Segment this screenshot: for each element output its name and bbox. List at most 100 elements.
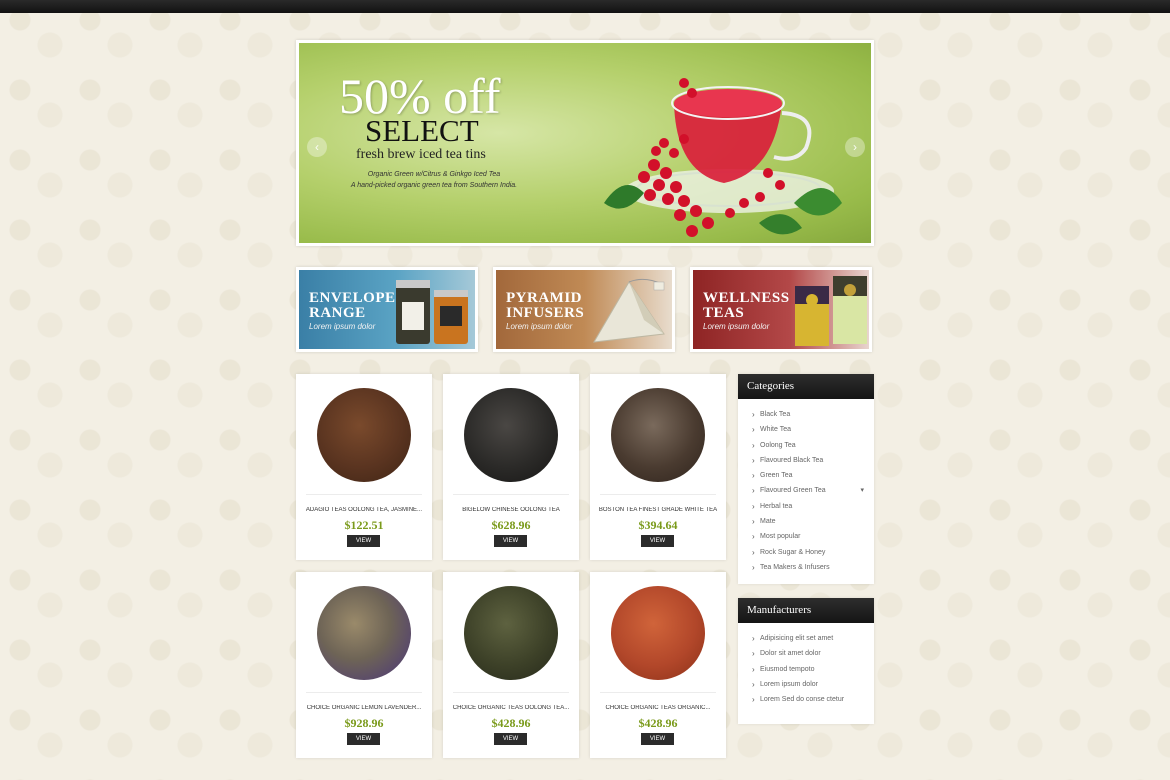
categories-box: Categories › Black Tea › White Tea › Oolong… bbox=[738, 374, 874, 584]
divider bbox=[306, 494, 422, 495]
chevron-right-icon: › bbox=[752, 501, 755, 511]
manufacturer-label[interactable]: Adipisicing elit set amet bbox=[760, 635, 833, 642]
category-item[interactable]: › Green Tea bbox=[752, 468, 874, 483]
category-item[interactable]: › Rock Sugar & Honey bbox=[752, 545, 874, 560]
slide-subheadline: SELECT bbox=[365, 113, 479, 148]
product-name[interactable]: CHOICE ORGANIC LEMON LAVENDER... bbox=[300, 705, 428, 711]
category-item[interactable]: › Black Tea bbox=[752, 407, 874, 422]
chevron-right-icon: › bbox=[752, 471, 755, 481]
banner-subtitle: Lorem ipsum dolor bbox=[703, 322, 770, 331]
category-label[interactable]: Rock Sugar & Honey bbox=[760, 549, 825, 556]
category-label[interactable]: Mate bbox=[760, 518, 776, 525]
manufacturer-label[interactable]: Lorem Sed do conse ctetur bbox=[760, 696, 844, 703]
banner-title-line1: WELLNESS bbox=[703, 290, 790, 306]
banner-subtitle: Lorem ipsum dolor bbox=[309, 322, 376, 331]
category-label[interactable]: White Tea bbox=[760, 426, 791, 433]
category-item[interactable]: › Flavoured Green Tea ▾ bbox=[752, 483, 874, 498]
chevron-right-icon: › bbox=[752, 679, 755, 689]
banner-title: ENVELOPE RANGE bbox=[309, 291, 396, 321]
divider bbox=[306, 692, 422, 693]
banner-wellness-teas[interactable]: WELLNESS TEAS Lorem ipsum dolor bbox=[690, 267, 872, 352]
view-button[interactable]: VIEW bbox=[641, 535, 674, 547]
banner-title-line1: ENVELOPE bbox=[309, 290, 396, 306]
product-name[interactable]: CHOICE ORGANIC TEAS OOLONG TEA... bbox=[447, 705, 575, 711]
product-price: $428.96 bbox=[491, 716, 531, 730]
slide-desc-line2: A hand-picked organic green tea from Sou… bbox=[350, 182, 518, 189]
banner-title: PYRAMID INFUSERS bbox=[506, 291, 584, 321]
slider-next-icon[interactable]: › bbox=[845, 137, 865, 157]
chevron-right-icon: › bbox=[752, 455, 755, 465]
banner-envelope-range[interactable]: ENVELOPE RANGE Lorem ipsum dolor bbox=[296, 267, 478, 352]
manufacturer-item[interactable]: › Lorem Sed do conse ctetur bbox=[752, 692, 874, 707]
chevron-right-icon: › bbox=[752, 440, 755, 450]
view-button[interactable]: VIEW bbox=[494, 733, 527, 745]
product-card[interactable]: CHOICE ORGANIC TEAS ORGANIC... $428.96 V… bbox=[590, 572, 726, 758]
promo-slider[interactable]: 50% off SELECT fresh brew iced tea tins … bbox=[296, 40, 874, 246]
category-item[interactable]: › Flavoured Black Tea bbox=[752, 453, 874, 468]
product-name[interactable]: BIGELOW CHINESE OOLONG TEA bbox=[447, 507, 575, 513]
category-label[interactable]: Flavoured Black Tea bbox=[760, 457, 823, 464]
manufacturer-item[interactable]: › Dolor sit amet dolor bbox=[752, 646, 874, 661]
view-button[interactable]: VIEW bbox=[494, 535, 527, 547]
pyramid-infuser-image bbox=[593, 278, 665, 343]
chevron-right-icon: › bbox=[752, 664, 755, 674]
category-label[interactable]: Green Tea bbox=[760, 472, 793, 479]
manufacturer-item[interactable]: › Lorem ipsum dolor bbox=[752, 677, 874, 692]
chevron-right-icon: › bbox=[752, 532, 755, 542]
slide[interactable]: 50% off SELECT fresh brew iced tea tins … bbox=[299, 43, 871, 243]
chevron-right-icon: › bbox=[752, 649, 755, 659]
banner-pyramid-infusers[interactable]: PYRAMID INFUSERS Lorem ipsum dolor bbox=[493, 267, 675, 352]
divider bbox=[453, 692, 569, 693]
product-name[interactable]: ADAGIO TEAS OOLONG TEA, JASMINE... bbox=[300, 507, 428, 513]
banner-title-line2: INFUSERS bbox=[506, 305, 585, 321]
categories-title: Categories bbox=[738, 374, 874, 399]
manufacturer-item[interactable]: › Eiusmod tempoto bbox=[752, 662, 874, 677]
manufacturer-label[interactable]: Eiusmod tempoto bbox=[760, 666, 814, 673]
product-name[interactable]: CHOICE ORGANIC TEAS ORGANIC... bbox=[594, 705, 722, 711]
category-label[interactable]: Tea Makers & Infusers bbox=[760, 564, 830, 571]
product-image[interactable] bbox=[611, 586, 705, 680]
category-item[interactable]: › Mate bbox=[752, 514, 874, 529]
product-card[interactable]: CHOICE ORGANIC LEMON LAVENDER... $928.96… bbox=[296, 572, 432, 758]
tea-tins-image bbox=[396, 280, 468, 344]
manufacturer-label[interactable]: Lorem ipsum dolor bbox=[760, 681, 818, 688]
category-label[interactable]: Black Tea bbox=[760, 411, 790, 418]
banner-inner: WELLNESS TEAS Lorem ipsum dolor bbox=[693, 270, 869, 349]
category-item[interactable]: › Herbal tea bbox=[752, 499, 874, 514]
category-label[interactable]: Flavoured Green Tea bbox=[760, 487, 826, 494]
product-name[interactable]: BOSTON TEA FINEST GRADE WHITE TEA bbox=[594, 507, 722, 513]
product-image[interactable] bbox=[611, 388, 705, 482]
manufacturer-label[interactable]: Dolor sit amet dolor bbox=[760, 650, 821, 657]
product-price: $122.51 bbox=[344, 518, 384, 532]
category-label[interactable]: Herbal tea bbox=[760, 503, 792, 510]
view-button[interactable]: VIEW bbox=[347, 733, 380, 745]
chevron-right-icon: › bbox=[752, 547, 755, 557]
category-label[interactable]: Most popular bbox=[760, 533, 800, 540]
tea-boxes-image bbox=[795, 276, 867, 346]
product-price: $394.64 bbox=[638, 518, 678, 532]
chevron-right-icon: › bbox=[752, 410, 755, 419]
manufacturer-item[interactable]: › Adipisicing elit set amet bbox=[752, 631, 874, 646]
divider bbox=[600, 692, 716, 693]
category-item[interactable]: › White Tea bbox=[752, 422, 874, 437]
view-button[interactable]: VIEW bbox=[347, 535, 380, 547]
slide-desc-line1: Organic Green w/Citrus & Ginkgo Iced Tea bbox=[367, 171, 501, 178]
view-button[interactable]: VIEW bbox=[641, 733, 674, 745]
product-image[interactable] bbox=[317, 586, 411, 680]
expand-icon[interactable]: ▾ bbox=[860, 483, 864, 498]
category-item[interactable]: › Tea Makers & Infusers bbox=[752, 560, 874, 575]
product-image[interactable] bbox=[317, 388, 411, 482]
product-card[interactable]: CHOICE ORGANIC TEAS OOLONG TEA... $428.9… bbox=[443, 572, 579, 758]
chevron-right-icon: › bbox=[752, 562, 755, 572]
category-label[interactable]: Oolong Tea bbox=[760, 442, 796, 449]
product-card[interactable]: BIGELOW CHINESE OOLONG TEA $628.96 VIEW bbox=[443, 374, 579, 560]
category-item[interactable]: › Oolong Tea bbox=[752, 438, 874, 453]
product-image[interactable] bbox=[464, 586, 558, 680]
slider-prev-icon[interactable]: ‹ bbox=[307, 137, 327, 157]
banner-title-line2: RANGE bbox=[309, 305, 366, 321]
product-card[interactable]: BOSTON TEA FINEST GRADE WHITE TEA $394.6… bbox=[590, 374, 726, 560]
category-item[interactable]: › Most popular bbox=[752, 529, 874, 544]
chevron-right-icon: › bbox=[752, 695, 755, 705]
product-image[interactable] bbox=[464, 388, 558, 482]
product-card[interactable]: ADAGIO TEAS OOLONG TEA, JASMINE... $122.… bbox=[296, 374, 432, 560]
